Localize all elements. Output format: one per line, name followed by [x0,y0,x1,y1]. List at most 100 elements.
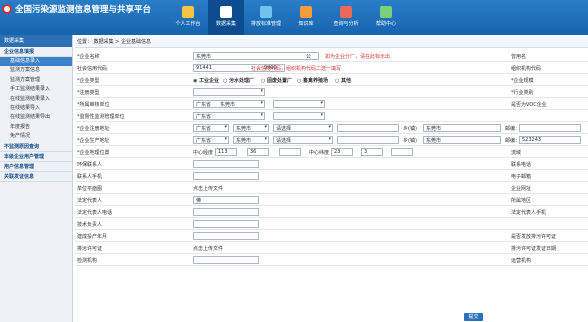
label-website: 企业网址 [511,186,532,192]
plan-upload-link[interactable]: 点击上传文件 [193,185,223,192]
sidebar-item-production[interactable]: 免产情况 [0,132,72,141]
label-monitor-unit: *监督性监测管理单位 [77,114,125,120]
row-company-type: *企业类型 ◉ 工业企业 ○ 污水处理厂 ○ 固废处置厂 ○ 畜禽养殖场 ○ 其… [75,74,588,87]
prod-addr-province-select[interactable]: 广东省 [193,136,229,144]
latitude-second-input[interactable] [391,148,413,156]
radio-industrial[interactable]: ◉ 工业企业 [193,77,219,84]
sidebar-group-users[interactable]: 本级企业用户管理 [0,152,72,162]
label-contact-phone: 联系电话 [511,162,532,168]
label-former-name: 曾用名 [511,54,527,60]
prod-zip-input[interactable]: 523243 [519,136,581,144]
row-plan: 单位平面图 点击上传文件 企业网址 [75,182,588,195]
tech-person-input[interactable] [193,220,259,228]
radio-sewage[interactable]: ○ 污水处理厂 [223,77,254,84]
label-company-scale: *企业规模 [511,78,534,84]
nav-knowledge[interactable]: 知识库 [288,0,324,35]
reg-addr-town-input[interactable]: 东莞市 [423,124,501,132]
radio-waste[interactable]: ○ 固废处置厂 [261,77,292,84]
sidebar-group-no-monitor[interactable]: 不监测原因查询 [0,142,72,152]
row-permit-file: 排污许可证 点击上传文件 排污许可证发证日期 [75,242,588,255]
standards-icon [260,6,272,18]
longitude-second-input[interactable] [279,148,301,156]
latitude-degree-input[interactable]: 23 [331,148,353,156]
label-longitude: 中心经度 [193,150,214,156]
label-build-date: 建成投产年月 [77,234,108,240]
monitor-unit-province-select[interactable]: 广东省 [193,112,265,120]
label-permit-date: 排污许可证发证日期 [511,246,557,252]
radio-livestock[interactable]: ○ 畜禽养殖场 [297,77,328,84]
label-prod-town: 乡(镇) [403,138,417,144]
sidebar-item-manual-result[interactable]: 手工监测结果录入 [0,85,72,94]
monitor-unit-sub-select[interactable] [273,112,325,120]
company-name-input[interactable]: 东莞市公 [193,52,319,60]
row-coordinates: *企业地理位置 中心经度 113 36 中心纬度 23 3 流域 [75,146,588,159]
help-icon [380,6,392,18]
longitude-minute-input[interactable]: 36 [247,148,269,156]
sidebar-item-annual-report[interactable]: 年度报告 [0,123,72,132]
label-monitor-org: 检测机构 [77,258,98,264]
row-register-type: *注册类型 *行业类别 [75,86,588,99]
env-unit-province-select[interactable]: 广东省 东莞市 [193,100,265,108]
row-build-date: 建成投产年月 是否发放排污许可证 [75,230,588,243]
monitor-org-input[interactable] [193,256,259,264]
submit-button[interactable]: 提交 [464,313,483,321]
row-env-unit: *所属审核单位 广东省东莞市 是否为VOC企业 [75,98,588,111]
sidebar-group-license[interactable]: 关联发证信息 [0,172,72,182]
reg-addr-street-input[interactable] [337,124,399,132]
reg-zip-input[interactable] [519,124,581,132]
row-production-address: *企业生产地址 广东省 东莞市 请选择 乡(镇) 东莞市 邮编： 523243 [75,134,588,147]
sidebar-item-plan-manage[interactable]: 监测方案管理 [0,76,72,85]
workbench-icon [182,6,194,18]
prod-addr-town-input[interactable]: 东莞市 [423,136,501,144]
contact-mobile-input[interactable] [193,172,259,180]
radio-other[interactable]: ○ 其他 [335,77,351,84]
row-register-address: *企业注册地址 广东省 东莞市 请选择 乡(镇) 东莞市 邮编： [75,122,588,135]
nav-analysis[interactable]: 查询与分析 [328,0,364,35]
row-tech-person: 技术负责人 [75,218,588,231]
label-register-address: *企业注册地址 [77,126,110,132]
label-operator: 运营机构 [511,258,532,264]
platform-logo-icon [2,4,12,14]
analysis-icon [340,6,352,18]
sidebar-item-plan-info[interactable]: 监测方案信息 [0,66,72,75]
longitude-degree-input[interactable]: 113 [215,148,237,156]
permit-upload-link[interactable]: 点击上传文件 [193,245,223,252]
sidebar-item-online-result[interactable]: 在线监测结果录入 [0,95,72,104]
legal-input[interactable]: 佛 [193,196,259,204]
prod-addr-city-select[interactable]: 东莞市 [233,136,269,144]
row-company-name: *企业名称 东莞市公 如为企业分厂，请在此标示出 曾用名 [75,50,588,63]
knowledge-icon [300,6,312,18]
nav-data-collection[interactable]: 数据采集 [208,0,244,35]
label-legal-phone: 法定代表人电话 [77,210,113,216]
sidebar-group-user-info[interactable]: 用户信息管理 [0,162,72,172]
label-voc: 是否为VOC企业 [511,102,547,108]
prod-addr-street-input[interactable] [337,136,399,144]
row-monitor-unit: *监督性监测管理单位 广东省 [75,110,588,123]
nav-workbench[interactable]: 个人工作台 [170,0,206,35]
label-coordinates: *企业地理位置 [77,150,110,156]
nav-help[interactable]: 帮助中心 [368,0,404,35]
register-type-select[interactable] [193,88,265,96]
prod-addr-district-select[interactable]: 请选择 [273,136,333,144]
legal-phone-input[interactable] [193,208,259,216]
reg-addr-province-select[interactable]: 广东省 [193,124,229,132]
label-company-name: *企业名称 [77,54,100,60]
label-plan: 单位平面图 [77,186,103,192]
reg-addr-city-select[interactable]: 东莞市 [233,124,269,132]
nav-standards[interactable]: 排放标准管理 [248,0,284,35]
build-date-input[interactable] [193,232,259,240]
latitude-minute-input[interactable]: 3 [361,148,383,156]
sidebar-item-online-export[interactable]: 在线监测结果导出 [0,113,72,122]
sidebar-item-online-import[interactable]: 在线结果导入 [0,104,72,113]
label-industry: *行业类别 [511,90,534,96]
label-reg-town: 乡(镇) [403,126,417,132]
sidebar-item-basic-info[interactable]: 基础信息录入 [0,57,72,67]
env-unit-sub-select[interactable] [273,100,325,108]
label-legal: 法定代表人 [77,198,103,204]
env-person-input[interactable] [193,160,259,168]
reg-addr-district-select[interactable]: 请选择 [273,124,333,132]
sidebar-group-report[interactable]: 企业信息填报 [0,47,72,57]
label-basin: 流域 [511,150,522,156]
sidebar: 数据采集 企业信息填报 基础信息录入 监测方案信息 监测方案管理 手工监测结果录… [0,35,73,322]
row-legal: 法定代表人 佛 所属地区 [75,194,588,207]
